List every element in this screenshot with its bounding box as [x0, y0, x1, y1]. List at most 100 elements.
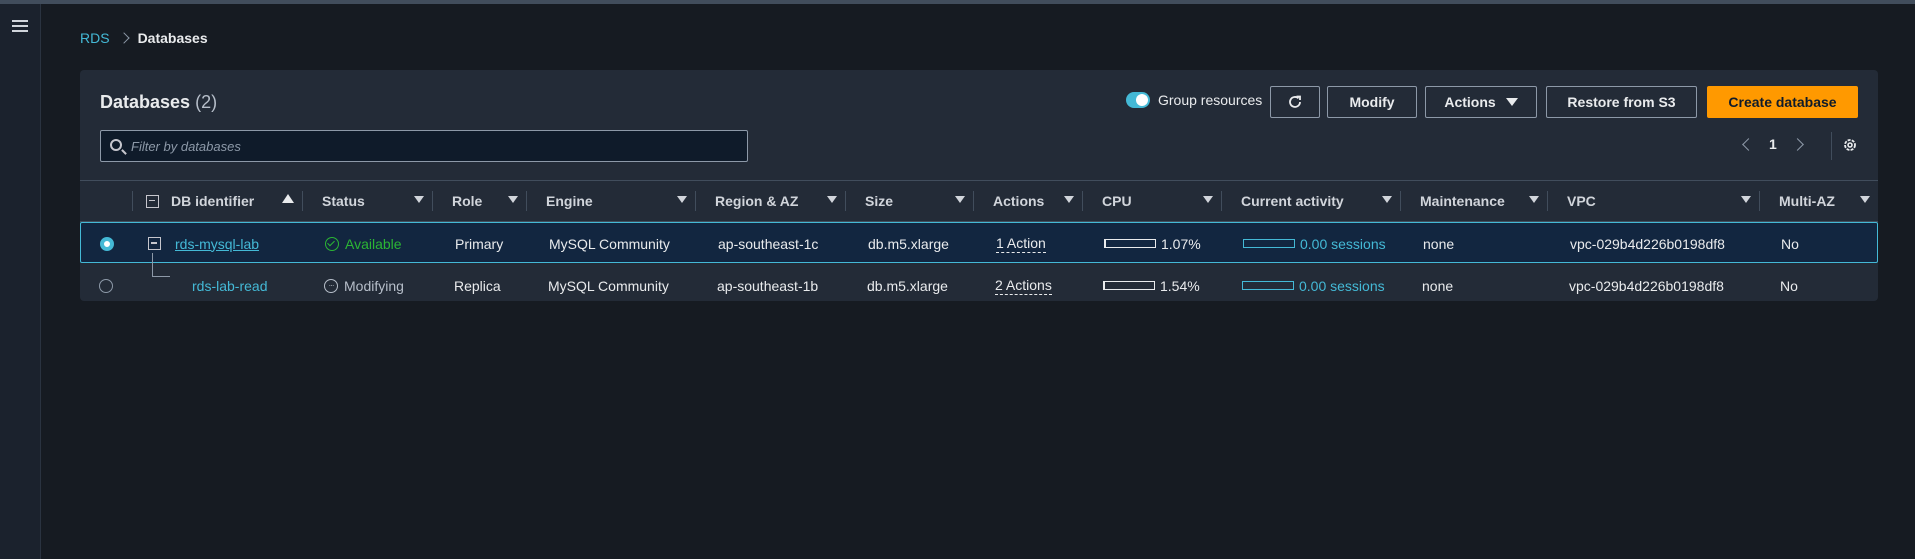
column-header-role[interactable]: Role	[432, 181, 526, 221]
cpu-usage-bar	[1103, 281, 1155, 290]
multi-az-cell: No	[1780, 277, 1798, 294]
column-header-region-az[interactable]: Region & AZ	[695, 181, 845, 221]
sort-icon	[1529, 196, 1539, 203]
column-label: Engine	[546, 193, 593, 209]
pending-actions-link[interactable]: 2 Actions	[995, 277, 1052, 295]
refresh-icon	[1289, 95, 1301, 108]
maintenance-cell: none	[1423, 235, 1455, 252]
engine-cell: MySQL Community	[548, 277, 669, 294]
column-label: Current activity	[1241, 193, 1344, 209]
size-cell: db.m5.xlarge	[867, 277, 948, 294]
column-header-actions[interactable]: Actions	[973, 181, 1082, 221]
column-header-status[interactable]: Status	[302, 181, 432, 221]
column-label: Region & AZ	[715, 193, 799, 209]
sort-icon	[508, 196, 518, 203]
cpu-cell: 1.54%	[1103, 265, 1200, 306]
cpu-value: 1.07%	[1161, 235, 1201, 252]
activity-link[interactable]: 0.00 sessions	[1300, 236, 1386, 252]
status-cell: ··· Modifying	[324, 265, 404, 306]
ellipsis-circle-icon: ···	[324, 278, 338, 293]
table-header: DB identifier Status Role Engine Region …	[80, 180, 1878, 222]
breadcrumb-current: Databases	[137, 30, 208, 46]
collapse-icon[interactable]	[148, 237, 161, 250]
status-text: Modifying	[344, 277, 404, 294]
cpu-cell: 1.07%	[1104, 223, 1201, 264]
multi-az-cell: No	[1781, 235, 1799, 252]
actions-cell: 2 Actions	[995, 265, 1052, 306]
table-row[interactable]: rds-mysql-lab Available Primary MySQL Co…	[80, 222, 1878, 263]
search-input[interactable]	[131, 138, 747, 154]
region-cell: ap-southeast-1c	[718, 235, 819, 252]
table-row[interactable]: rds-lab-read ··· Modifying Replica MySQL…	[80, 253, 1878, 306]
status-badge: ··· Modifying	[324, 278, 404, 294]
menu-icon[interactable]	[12, 20, 28, 34]
actions-dropdown-button[interactable]: Actions	[1425, 86, 1537, 118]
engine-cell: MySQL Community	[549, 235, 670, 252]
group-resources-toggle[interactable]: Group resources	[1126, 92, 1262, 108]
breadcrumb-rds-link[interactable]: RDS	[80, 30, 110, 46]
sort-icon	[827, 196, 837, 203]
side-navigation-rail	[0, 4, 41, 559]
row-radio[interactable]	[99, 278, 113, 293]
status-badge: Available	[325, 236, 402, 252]
restore-from-s3-button[interactable]: Restore from S3	[1546, 86, 1697, 118]
sort-icon	[414, 196, 424, 203]
db-identifier-cell: rds-lab-read	[192, 265, 267, 306]
activity-cell: 0.00 sessions	[1243, 223, 1386, 264]
check-circle-icon	[325, 236, 339, 251]
toggle-switch-icon[interactable]	[1126, 92, 1150, 108]
previous-page-icon[interactable]	[1742, 137, 1755, 151]
status-cell: Available	[325, 223, 402, 264]
column-header-size[interactable]: Size	[845, 181, 973, 221]
sort-icon	[955, 196, 965, 203]
modify-button[interactable]: Modify	[1327, 86, 1417, 118]
column-label: Status	[322, 193, 365, 209]
row-select-cell[interactable]	[100, 223, 114, 264]
column-header-maintenance[interactable]: Maintenance	[1400, 181, 1547, 221]
collapse-all-icon[interactable]	[146, 194, 159, 208]
sort-ascending-icon	[282, 194, 294, 203]
column-header-cpu[interactable]: CPU	[1082, 181, 1221, 221]
activity-link[interactable]: 0.00 sessions	[1299, 278, 1385, 294]
activity-cell: 0.00 sessions	[1242, 265, 1385, 306]
column-header-current-activity[interactable]: Current activity	[1221, 181, 1400, 221]
page-title: Databases (2)	[100, 92, 217, 113]
maintenance-cell: none	[1422, 277, 1454, 294]
vpc-cell: vpc-029b4d226b0198df8	[1569, 277, 1724, 294]
sort-icon	[1741, 196, 1751, 203]
column-label: DB identifier	[171, 193, 255, 209]
row-select-cell[interactable]	[99, 265, 113, 306]
column-label: Maintenance	[1420, 193, 1505, 209]
column-header-vpc[interactable]: VPC	[1547, 181, 1759, 221]
column-label: Actions	[993, 193, 1045, 209]
create-database-button[interactable]: Create database	[1707, 86, 1858, 118]
column-header-multi-az[interactable]: Multi-AZ	[1759, 181, 1878, 221]
sort-icon	[1860, 196, 1870, 203]
database-count: (2)	[195, 92, 218, 112]
current-page-number[interactable]: 1	[1769, 136, 1777, 152]
column-label: VPC	[1567, 193, 1596, 209]
pending-actions-link[interactable]: 1 Action	[996, 235, 1046, 253]
group-resources-label: Group resources	[1158, 92, 1263, 108]
column-header-db-identifier[interactable]: DB identifier	[132, 181, 302, 221]
activity-bar	[1242, 281, 1294, 290]
databases-panel: Databases (2) Group resources Modify Act…	[80, 70, 1878, 301]
tree-connector	[152, 253, 170, 277]
activity-bar	[1243, 239, 1295, 248]
search-field[interactable]	[100, 130, 748, 162]
db-identifier-link[interactable]: rds-mysql-lab	[175, 236, 259, 252]
top-border	[0, 0, 1915, 4]
refresh-button[interactable]	[1270, 86, 1320, 118]
gear-icon[interactable]	[1842, 137, 1858, 153]
sort-icon	[677, 196, 687, 203]
column-label: Role	[452, 193, 483, 209]
size-cell: db.m5.xlarge	[868, 235, 949, 252]
divider	[1831, 132, 1832, 160]
sort-icon	[1382, 196, 1392, 203]
cpu-usage-bar	[1104, 239, 1156, 248]
column-header-engine[interactable]: Engine	[526, 181, 695, 221]
db-identifier-link[interactable]: rds-lab-read	[192, 278, 267, 294]
pagination: 1	[1742, 136, 1804, 152]
next-page-icon[interactable]	[1790, 137, 1804, 151]
row-radio-selected[interactable]	[100, 236, 114, 251]
